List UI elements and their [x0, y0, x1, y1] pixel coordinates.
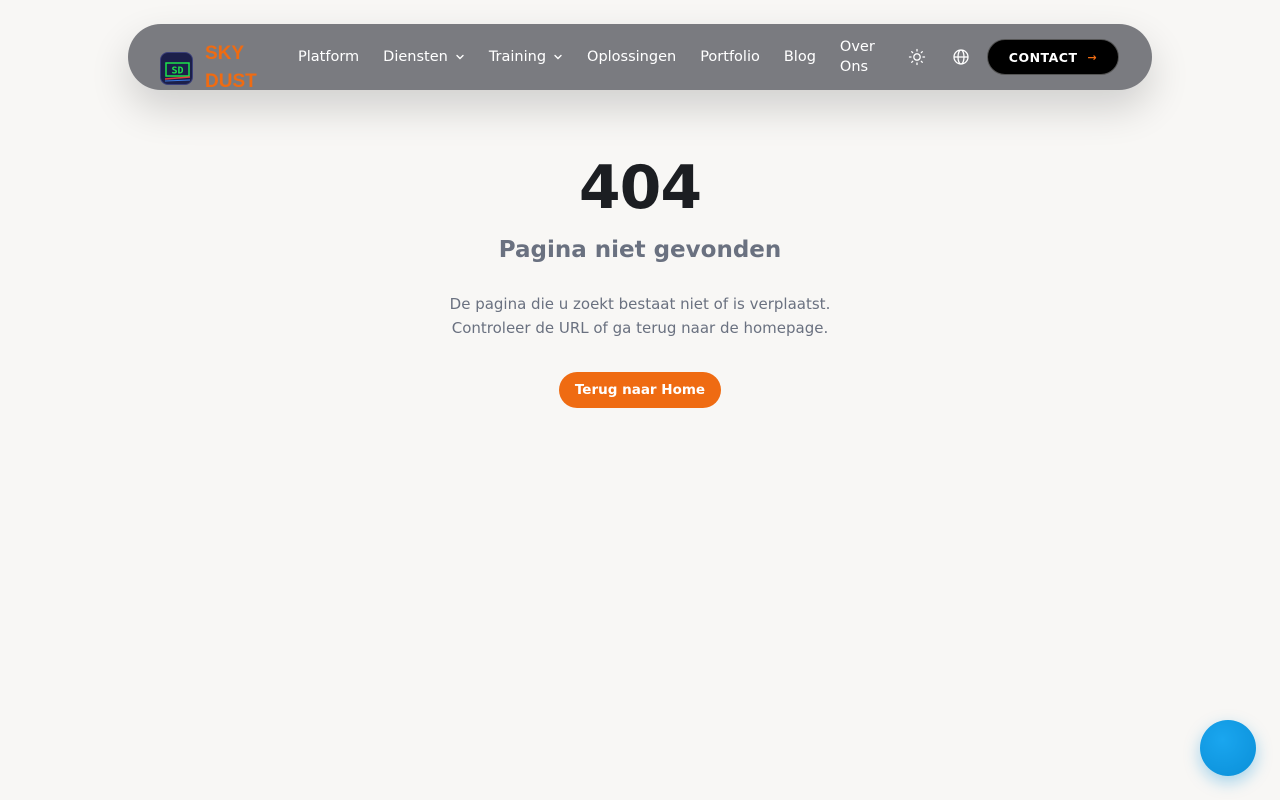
top-navbar: SD SKY DUST Platform Diensten Training O… [128, 24, 1152, 92]
nav-item-label: Diensten [383, 49, 448, 65]
nav-item-label: Training [488, 49, 547, 65]
theme-toggle-button[interactable] [908, 48, 926, 66]
nav-item-label: Over Ons [839, 39, 875, 75]
error-description: De pagina die u zoekt bestaat niet of is… [0, 292, 1280, 340]
nav-item-label: Portfolio [700, 49, 760, 65]
brand-name-line2: DUST [205, 71, 257, 92]
chat-bubble-icon[interactable] [1200, 720, 1256, 776]
sd-logo-icon: SD [160, 51, 193, 85]
nav-item-diensten[interactable]: Diensten [383, 49, 465, 65]
error-code: 404 [578, 153, 702, 223]
contact-button[interactable]: CONTACT → [987, 39, 1119, 75]
nav-item-label: Platform [298, 49, 360, 65]
nav-item-over-ons[interactable]: Over Ons [840, 37, 876, 77]
nav-item-blog[interactable]: Blog [784, 49, 816, 65]
back-home-button[interactable]: Terug naar Home [558, 372, 722, 408]
nav-item-oplossingen[interactable]: Oplossingen [587, 49, 676, 65]
brand-name: SKY DUST [205, 40, 263, 96]
contact-button-label: CONTACT [1008, 49, 1078, 65]
error-content: 404 Pagina niet gevonden De pagina die u… [0, 150, 1280, 408]
arrow-right-icon: → [1087, 50, 1098, 64]
language-button[interactable] [952, 48, 970, 66]
globe-icon [953, 49, 969, 65]
page-title: Pagina niet gevonden [498, 237, 782, 263]
nav-item-platform[interactable]: Platform [298, 49, 359, 65]
main-nav: Platform Diensten Training Oplossingen P… [298, 24, 900, 90]
nav-item-portfolio[interactable]: Portfolio [700, 49, 760, 65]
nav-item-label: Blog [783, 49, 816, 65]
brand-name-line1: SKY [205, 43, 245, 64]
sun-icon [908, 48, 926, 66]
nav-item-training[interactable]: Training [489, 49, 563, 65]
chevron-down-icon [554, 54, 562, 60]
chevron-down-icon [456, 54, 464, 60]
error-description-line2: Controleer de URL of ga terug naar de ho… [451, 319, 829, 337]
error-description-line1: De pagina die u zoekt bestaat niet of is… [449, 295, 831, 313]
svg-text:SD: SD [171, 65, 183, 76]
brand-logo[interactable]: SD SKY DUST [160, 40, 263, 96]
nav-item-label: Oplossingen [587, 49, 677, 65]
